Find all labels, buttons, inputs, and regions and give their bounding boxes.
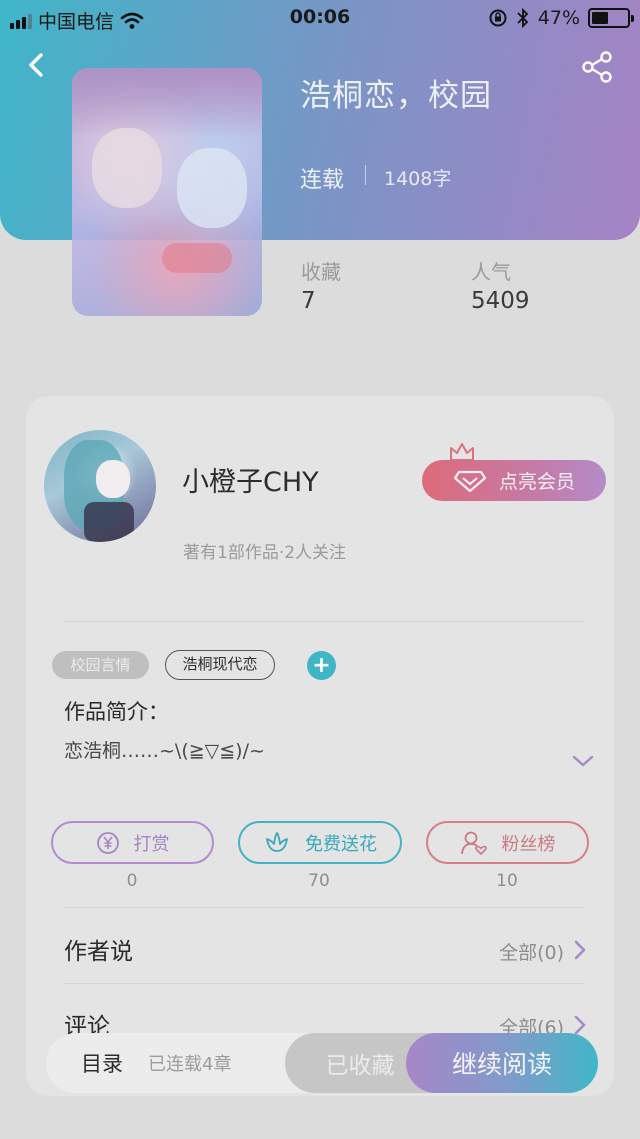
fan-user-icon (460, 831, 487, 855)
cover-art-flowers (162, 243, 232, 273)
author-meta: 著有1部作品·2人关注 (183, 543, 347, 563)
chevron-right-icon[interactable] (572, 939, 588, 961)
vip-membership-button[interactable]: 点亮会员 (422, 460, 606, 501)
add-tag-button[interactable]: + (307, 651, 336, 680)
send-flower-label: 免费送花 (305, 833, 377, 855)
flower-count: 70 (308, 871, 330, 891)
fan-ranking-button[interactable]: 粉丝榜 (426, 821, 589, 864)
divider (64, 621, 584, 622)
divider (64, 907, 584, 908)
popularity-label: 人气 (471, 260, 511, 284)
reward-label: 打赏 (133, 833, 170, 855)
author-says-all-link[interactable]: 全部(0) (499, 938, 564, 965)
collected-label: 已收藏 (325, 1053, 395, 1079)
book-cover-image[interactable] (72, 68, 262, 316)
tag-campus-romance[interactable]: 校园言情 (52, 651, 149, 679)
cover-art-hair (72, 68, 262, 138)
avatar-art-dress (84, 502, 134, 542)
book-status: 连载 (300, 168, 345, 193)
battery-fill (592, 12, 608, 24)
diamond-icon (453, 470, 487, 492)
favorites-label: 收藏 (301, 260, 341, 284)
word-count: 1408字 (384, 168, 452, 190)
catalog-button[interactable]: 目录 (81, 1048, 123, 1078)
status-bar: 中国电信 00:06 47% (0, 0, 640, 36)
reward-count: 0 (126, 871, 138, 891)
fan-ranking-label: 粉丝榜 (501, 833, 556, 855)
continue-reading-button[interactable]: 继续阅读 (406, 1033, 598, 1093)
chevron-down-icon[interactable] (571, 753, 595, 769)
book-title: 浩桐恋，校园 (300, 78, 492, 114)
bluetooth-icon (517, 8, 529, 28)
favorites-count: 7 (301, 288, 316, 314)
intro-title: 作品简介： (64, 700, 169, 724)
cover-art-figure-right (177, 148, 247, 228)
flower-icon (266, 831, 288, 852)
author-name[interactable]: 小橙子CHY (182, 460, 319, 499)
avatar-art-face (96, 460, 130, 498)
popularity-count: 5409 (471, 288, 530, 314)
rotation-lock-icon (489, 9, 507, 27)
author-says-title: 作者说 (64, 939, 133, 965)
status-divider (365, 165, 366, 185)
chapter-count: 已连载4章 (148, 1054, 232, 1075)
back-arrow-icon[interactable] (22, 48, 52, 82)
battery-icon (588, 8, 634, 28)
chevron-right-icon[interactable] (572, 1014, 588, 1036)
share-icon[interactable] (578, 50, 618, 84)
fan-count: 10 (496, 871, 518, 891)
status-right: 47% (488, 7, 634, 29)
intro-text: 恋浩桐……~\(≧▽≦)/~ (64, 740, 265, 762)
author-avatar[interactable] (44, 430, 156, 542)
cover-art-figure-left (92, 128, 162, 208)
vip-button-label: 点亮会员 (498, 471, 575, 493)
reward-button[interactable]: 打赏 (51, 821, 214, 864)
send-flower-button[interactable]: 免费送花 (238, 821, 402, 864)
yen-icon (96, 831, 119, 854)
battery-percent: 47% (537, 7, 580, 29)
tag-haotong-modern[interactable]: 浩桐现代恋 (165, 650, 275, 680)
continue-reading-label: 继续阅读 (451, 1050, 552, 1079)
divider (64, 983, 584, 984)
